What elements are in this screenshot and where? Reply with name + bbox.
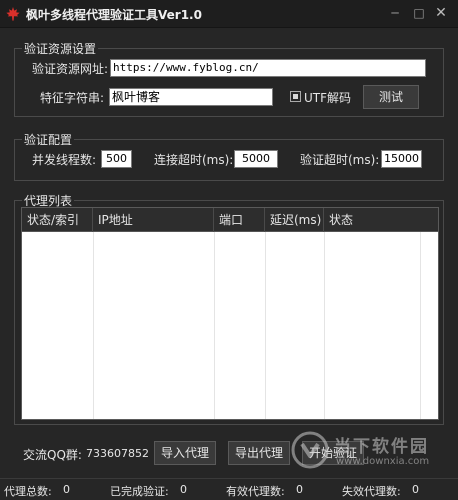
proxy-table[interactable]: 状态/索引 IP地址 端口 延迟(ms) 状态 (21, 207, 439, 420)
import-proxy-button[interactable]: 导入代理 (154, 441, 216, 465)
utf-decode-checkbox[interactable] (290, 91, 301, 102)
maximize-button[interactable]: □ (410, 4, 428, 22)
verify-config-title: 验证配置 (22, 131, 75, 148)
column-header-status[interactable]: 状态 (324, 208, 438, 232)
connect-timeout-input[interactable]: 5000 (234, 150, 278, 168)
test-button[interactable]: 测试 (363, 85, 419, 109)
url-input[interactable]: https://www.fyblog.cn/ (110, 59, 426, 77)
threads-label: 并发线程数: (32, 153, 97, 167)
column-header-ip[interactable]: IP地址 (93, 208, 214, 232)
qq-group-label: 交流QQ群: (23, 448, 82, 462)
downxia-watermark: 当下软件园 www.downxia.com (290, 428, 450, 478)
qq-group-number: 733607852 (86, 447, 149, 460)
utf-decode-label: UTF解码 (304, 91, 352, 105)
close-button[interactable]: ✕ (432, 4, 450, 22)
window-title: 枫叶多线程代理验证工具Ver1.0 (26, 8, 202, 22)
connect-timeout-label: 连接超时(ms): (154, 153, 234, 167)
minimize-button[interactable]: ─ (386, 4, 404, 22)
title-bar: 枫叶多线程代理验证工具Ver1.0 ─ □ ✕ (0, 0, 458, 28)
column-divider (420, 232, 421, 419)
valid-proxies-label: 有效代理数: (226, 485, 285, 498)
watermark-url: www.downxia.com (336, 456, 430, 467)
watermark-name: 当下软件园 (334, 437, 429, 457)
column-divider (265, 232, 266, 419)
verify-timeout-input[interactable]: 15000 (381, 150, 422, 168)
column-header-index[interactable]: 状态/索引 (22, 208, 93, 232)
column-header-latency[interactable]: 延迟(ms) (265, 208, 324, 232)
valid-proxies-value: 0 (296, 483, 303, 496)
column-divider (214, 232, 215, 419)
completed-label: 已完成验证: (110, 485, 169, 498)
feature-string-label: 特征字符串: (40, 91, 105, 105)
downxia-logo-icon (291, 431, 329, 469)
column-header-port[interactable]: 端口 (214, 208, 265, 232)
status-bar: 代理总数: 0 已完成验证: 0 有效代理数: 0 失效代理数: 0 (0, 478, 458, 500)
proxy-table-header: 状态/索引 IP地址 端口 延迟(ms) 状态 (22, 208, 438, 232)
feature-string-input[interactable]: 枫叶博客 (109, 88, 273, 106)
completed-value: 0 (180, 483, 187, 496)
column-divider (93, 232, 94, 419)
source-settings-title: 验证资源设置 (22, 40, 99, 57)
column-divider (324, 232, 325, 419)
export-proxy-button[interactable]: 导出代理 (228, 441, 290, 465)
url-label: 验证资源网址: (32, 62, 109, 76)
invalid-proxies-label: 失效代理数: (342, 485, 401, 498)
total-proxies-value: 0 (63, 483, 70, 496)
verify-timeout-label: 验证超时(ms): (300, 153, 380, 167)
total-proxies-label: 代理总数: (4, 485, 52, 498)
threads-input[interactable]: 500 (101, 150, 132, 168)
maple-leaf-icon (6, 7, 20, 21)
invalid-proxies-value: 0 (412, 483, 419, 496)
